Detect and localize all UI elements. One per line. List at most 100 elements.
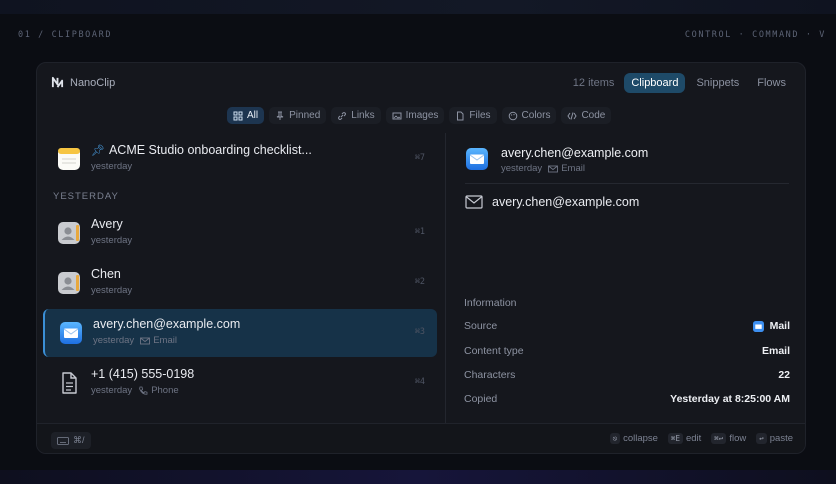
info-value: Mail — [752, 320, 790, 332]
info-label: Copied — [464, 393, 498, 405]
footer-bar: ⌘/ ⎋ collapse ⌘E edit ⌘↩ flow ↩ paste — [37, 423, 805, 453]
info-row-characters: Characters 22 — [464, 369, 790, 385]
content-preview[interactable]: avery.chen@example.com — [465, 195, 639, 209]
corner-label-right: CONTROL · COMMAND · V — [684, 30, 826, 40]
info-label: Characters — [464, 369, 516, 381]
filter-all[interactable]: All — [227, 107, 265, 124]
info-row-content-type: Content type Email — [464, 345, 790, 361]
mail-app-icon — [752, 320, 764, 332]
filter-label: All — [247, 110, 259, 121]
shortcut-hint: ⌘1 — [414, 227, 425, 237]
filter-label: Links — [351, 110, 375, 121]
list-item-partial[interactable] — [43, 409, 437, 423]
list-item[interactable]: Chen yesterday ⌘2 — [43, 259, 437, 307]
action-label: edit — [685, 433, 702, 444]
list-item[interactable]: 📌︎ ACME Studio onboarding checklist... ye… — [43, 135, 437, 183]
info-heading: Information — [464, 297, 517, 309]
item-count: 12 items — [572, 77, 615, 89]
file-icon — [457, 111, 464, 120]
list-item-meta: yesterday Email — [93, 335, 177, 346]
list-item-kind-label: Email — [153, 335, 177, 346]
list-item-time: yesterday — [91, 161, 133, 172]
filter-files[interactable]: Files — [449, 107, 497, 124]
list-item-title: avery.chen@example.com — [93, 317, 241, 331]
list-item-title: +1 (415) 555-0198 — [91, 367, 195, 381]
list-item-title: Chen — [91, 267, 121, 281]
filter-code[interactable]: Code — [561, 107, 612, 124]
flow-action[interactable]: ⌘↩ flow — [711, 433, 746, 444]
document-icon — [62, 372, 77, 394]
preview-text: avery.chen@example.com — [492, 195, 640, 209]
window-header: NanoClip 12 items Clipboard Snippets Flo… — [37, 63, 805, 103]
tab-clipboard[interactable]: Clipboard — [624, 73, 686, 93]
detail-meta: yesterday Email — [501, 163, 585, 174]
clip-list: 📌︎ ACME Studio onboarding checklist... ye… — [37, 133, 445, 423]
filter-label: Code — [581, 110, 606, 121]
detail-kind: Email — [548, 163, 585, 174]
filter-images[interactable]: Images — [385, 107, 445, 124]
bottom-band — [0, 470, 836, 484]
action-label: paste — [769, 433, 793, 444]
contact-icon — [58, 272, 80, 294]
detail-kind-label: Email — [561, 163, 585, 174]
list-item-selected[interactable]: avery.chen@example.com yesterday Email ⌘… — [43, 309, 437, 357]
pane-divider — [445, 133, 446, 423]
list-item-time: yesterday — [93, 335, 135, 346]
list-item-kind: Phone — [138, 385, 179, 396]
list-item-meta: yesterday — [91, 161, 132, 172]
list-item-meta: yesterday — [91, 285, 132, 296]
top-band — [0, 0, 836, 14]
shortcut-hint: ⌘7 — [414, 153, 425, 163]
nanoclip-logo-icon — [51, 76, 64, 88]
filter-label: Colors — [521, 110, 551, 121]
action-label: flow — [729, 433, 747, 444]
detail-time: yesterday — [501, 163, 543, 174]
edit-action[interactable]: ⌘E edit — [667, 433, 702, 444]
list-item-kind: Email — [140, 335, 177, 346]
info-row-source: Source Mail — [464, 320, 790, 336]
filter-links[interactable]: Links — [331, 107, 381, 124]
collapse-action[interactable]: ⎋ collapse — [609, 433, 658, 444]
grid-icon — [233, 111, 243, 120]
info-label: Source — [464, 320, 498, 332]
filter-label: Pinned — [289, 110, 321, 121]
list-item-kind-label: Phone — [151, 385, 179, 396]
detail-separator — [465, 183, 789, 184]
phone-icon — [139, 386, 148, 395]
palette-icon — [508, 111, 517, 120]
list-item-title: 📌︎ ACME Studio onboarding checklist... — [91, 143, 312, 157]
brand: NanoClip — [51, 76, 115, 89]
link-icon — [338, 111, 347, 120]
paste-action[interactable]: ↩ paste — [756, 433, 793, 444]
code-icon — [567, 111, 578, 120]
shortcuts-button[interactable]: ⌘/ — [51, 432, 91, 449]
info-row-copied: Copied Yesterday at 8:25:00 AM — [464, 393, 790, 409]
filter-label: Images — [405, 110, 439, 121]
tab-snippets[interactable]: Snippets — [689, 73, 746, 93]
envelope-icon — [465, 195, 483, 209]
section-label: YESTERDAY — [53, 191, 119, 202]
shortcut-hint: ⌘4 — [414, 377, 425, 387]
list-item[interactable]: Avery yesterday ⌘1 — [43, 209, 437, 257]
action-label: collapse — [623, 433, 658, 444]
footer-actions: ⎋ collapse ⌘E edit ⌘↩ flow ↩ paste — [609, 433, 793, 444]
detail-pane: avery.chen@example.com yesterday Email a… — [457, 133, 797, 423]
list-item-title: Avery — [91, 217, 123, 231]
list-item-time: yesterday — [91, 285, 133, 296]
key-hint: ↩ — [756, 433, 767, 444]
list-item[interactable]: +1 (415) 555-0198 yesterday Phone ⌘4 — [43, 359, 437, 407]
filter-colors[interactable]: Colors — [501, 107, 557, 124]
tab-flows[interactable]: Flows — [750, 73, 793, 93]
info-value: 22 — [778, 369, 790, 381]
list-item-title-text: ACME Studio onboarding checklist... — [108, 143, 312, 157]
keyboard-icon — [57, 436, 69, 445]
main-nav: 12 items Clipboard Snippets Flows — [573, 73, 793, 93]
info-value: Email — [761, 345, 790, 357]
info-value: Yesterday at 8:25:00 AM — [670, 393, 790, 405]
image-icon — [392, 112, 402, 119]
detail-title: avery.chen@example.com — [501, 146, 649, 160]
envelope-icon — [548, 165, 559, 172]
filter-pinned[interactable]: Pinned — [269, 107, 327, 124]
mail-app-icon — [466, 148, 488, 170]
contact-icon — [58, 222, 80, 244]
